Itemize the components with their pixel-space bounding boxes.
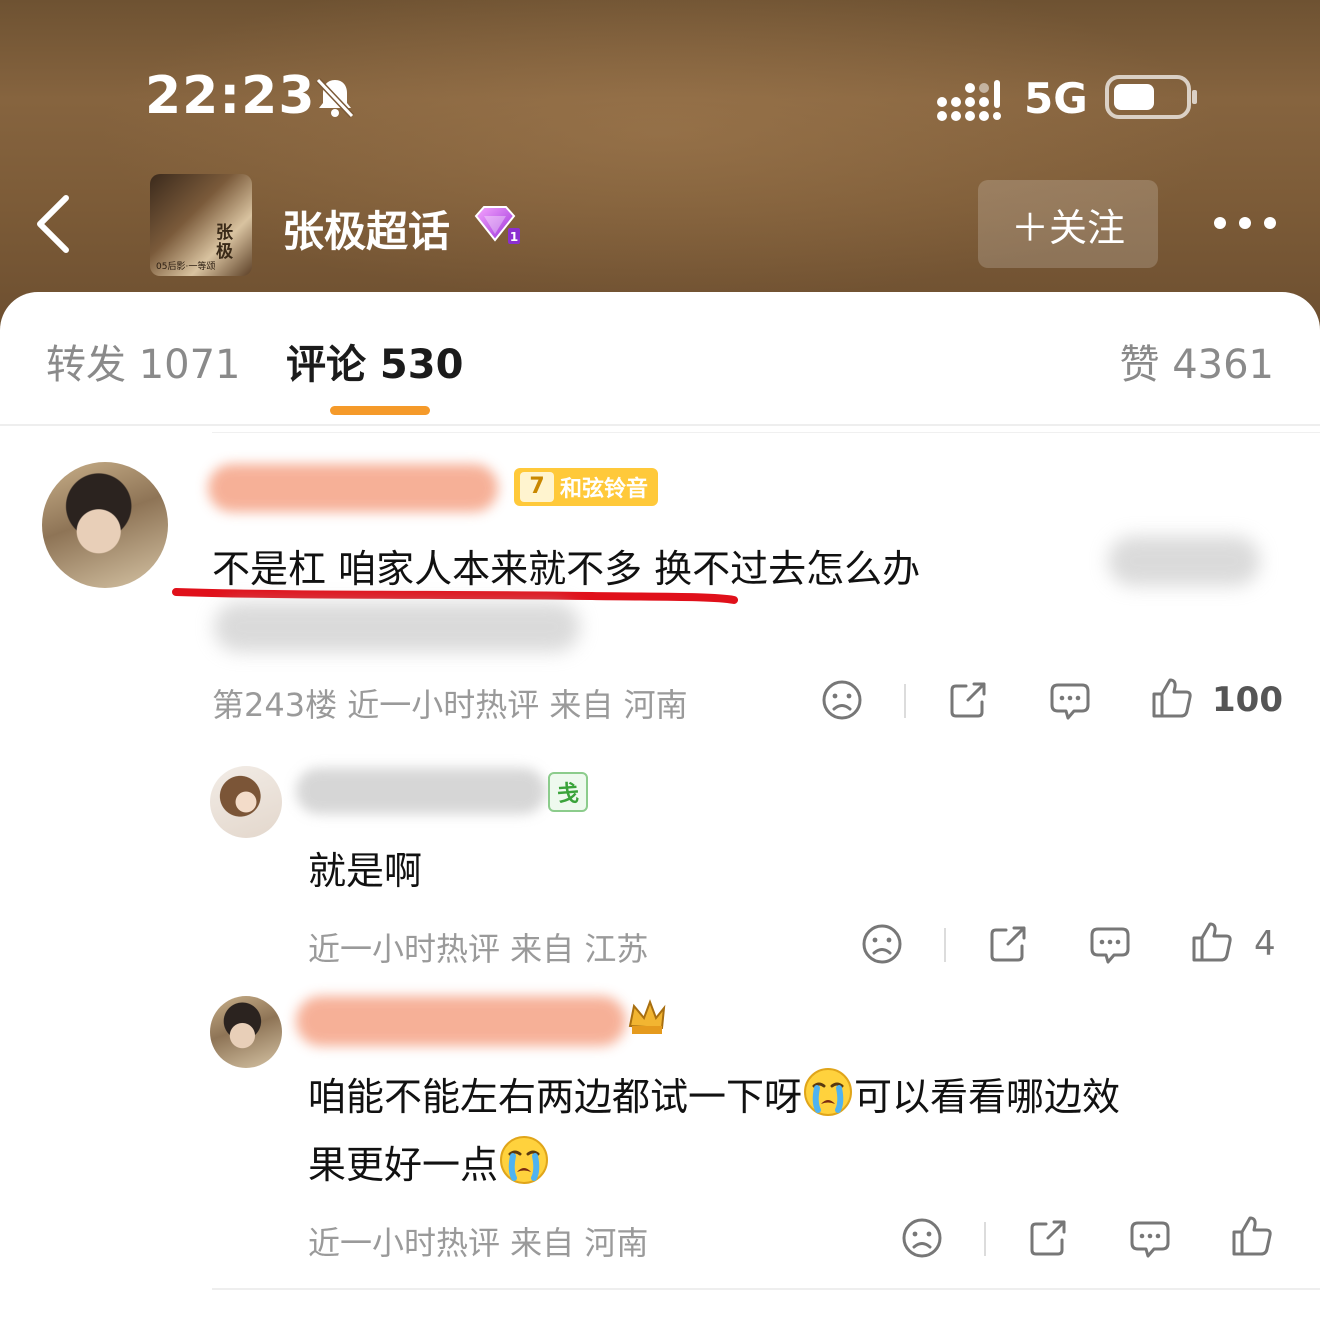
tabs-divider [212, 432, 1320, 433]
comment-text-blurred [1108, 536, 1260, 586]
dislike-face-icon[interactable] [820, 678, 864, 722]
topic-title[interactable]: 张极超话 [282, 198, 450, 259]
avatar[interactable] [210, 766, 282, 838]
comments-card: 转发 1071 评论 530 赞 4361 [0, 292, 1320, 1320]
svg-text:1: 1 [510, 230, 518, 244]
avatar[interactable] [210, 996, 282, 1068]
share-icon[interactable] [946, 678, 990, 722]
comment-text: 就是啊 [308, 849, 423, 893]
topic-avatar-subtext: 05后影·一等颂 [156, 262, 216, 272]
comment-meta: 第243楼 近一小时热评 来自 河南 [212, 686, 688, 724]
comment-bubble-icon[interactable] [1128, 1216, 1172, 1260]
crown-badge-icon [628, 999, 666, 1034]
share-icon[interactable] [986, 922, 1030, 966]
username-blurred[interactable] [208, 464, 498, 512]
username-blurred[interactable] [296, 996, 626, 1046]
diamond-icon: 1 [474, 206, 520, 244]
thumbs-up-icon[interactable] [1150, 676, 1194, 720]
comment-text: 咱能不能左右两边都试一下呀 可以看看哪边效 [308, 1066, 1120, 1121]
topic-avatar-text: 张极 [216, 223, 233, 262]
action-divider [904, 684, 906, 718]
level-number: 7 [520, 472, 554, 502]
level-badge: 7 和弦铃音 [514, 468, 659, 506]
thumbs-up-icon[interactable] [1230, 1214, 1274, 1258]
follow-button[interactable]: ＋关注 [978, 180, 1158, 268]
topic-header: 22:23 5G 张极 05后影·一等颂 张极超话 1 ＋关注 [0, 0, 1320, 330]
comment-text-part: 咱能不能左右两边都试一下呀 [308, 1075, 803, 1119]
fan-badge: 戋 [548, 772, 588, 812]
like-count: 100 [1212, 680, 1283, 720]
signal-icon [937, 80, 1001, 121]
battery-icon [1105, 75, 1197, 119]
crying-face-emoji [500, 1136, 549, 1184]
action-divider [984, 1222, 986, 1256]
tab-likes[interactable]: 赞 4361 [1119, 332, 1274, 390]
avatar[interactable] [42, 462, 168, 588]
comment-text-part: 可以看看哪边效 [854, 1075, 1121, 1119]
comment-meta: 近一小时热评 来自 河南 [308, 1224, 649, 1262]
tab-comments[interactable]: 评论 530 [286, 332, 463, 390]
comment-bubble-icon[interactable] [1088, 922, 1132, 966]
comment-meta: 近一小时热评 来自 江苏 [308, 930, 649, 968]
active-tab-indicator [330, 406, 430, 415]
bell-mute-icon [315, 77, 355, 119]
comment-bubble-icon[interactable] [1048, 678, 1092, 722]
crying-face-emoji [804, 1068, 853, 1116]
ellipsis-icon[interactable] [1210, 205, 1280, 241]
dislike-face-icon[interactable] [860, 922, 904, 966]
action-divider [944, 928, 946, 962]
dislike-face-icon[interactable] [900, 1216, 944, 1260]
tab-reposts[interactable]: 转发 1071 [46, 332, 241, 390]
comment-text: 果更好一点 [308, 1134, 550, 1189]
username-blurred[interactable] [296, 768, 546, 814]
tabs-divider [0, 424, 1320, 426]
network-label: 5G [1024, 74, 1088, 123]
chevron-left-icon[interactable] [30, 190, 80, 258]
comment-divider [212, 1288, 1320, 1290]
share-icon[interactable] [1026, 1216, 1070, 1260]
comment-text-blurred [214, 602, 580, 652]
thumbs-up-icon[interactable] [1190, 920, 1234, 964]
comment-text-part: 果更好一点 [308, 1143, 499, 1187]
topic-avatar[interactable]: 张极 05后影·一等颂 [150, 174, 252, 276]
status-time: 22:23 [145, 66, 316, 126]
like-count: 4 [1254, 924, 1276, 964]
badge-label: 和弦铃音 [560, 477, 649, 502]
